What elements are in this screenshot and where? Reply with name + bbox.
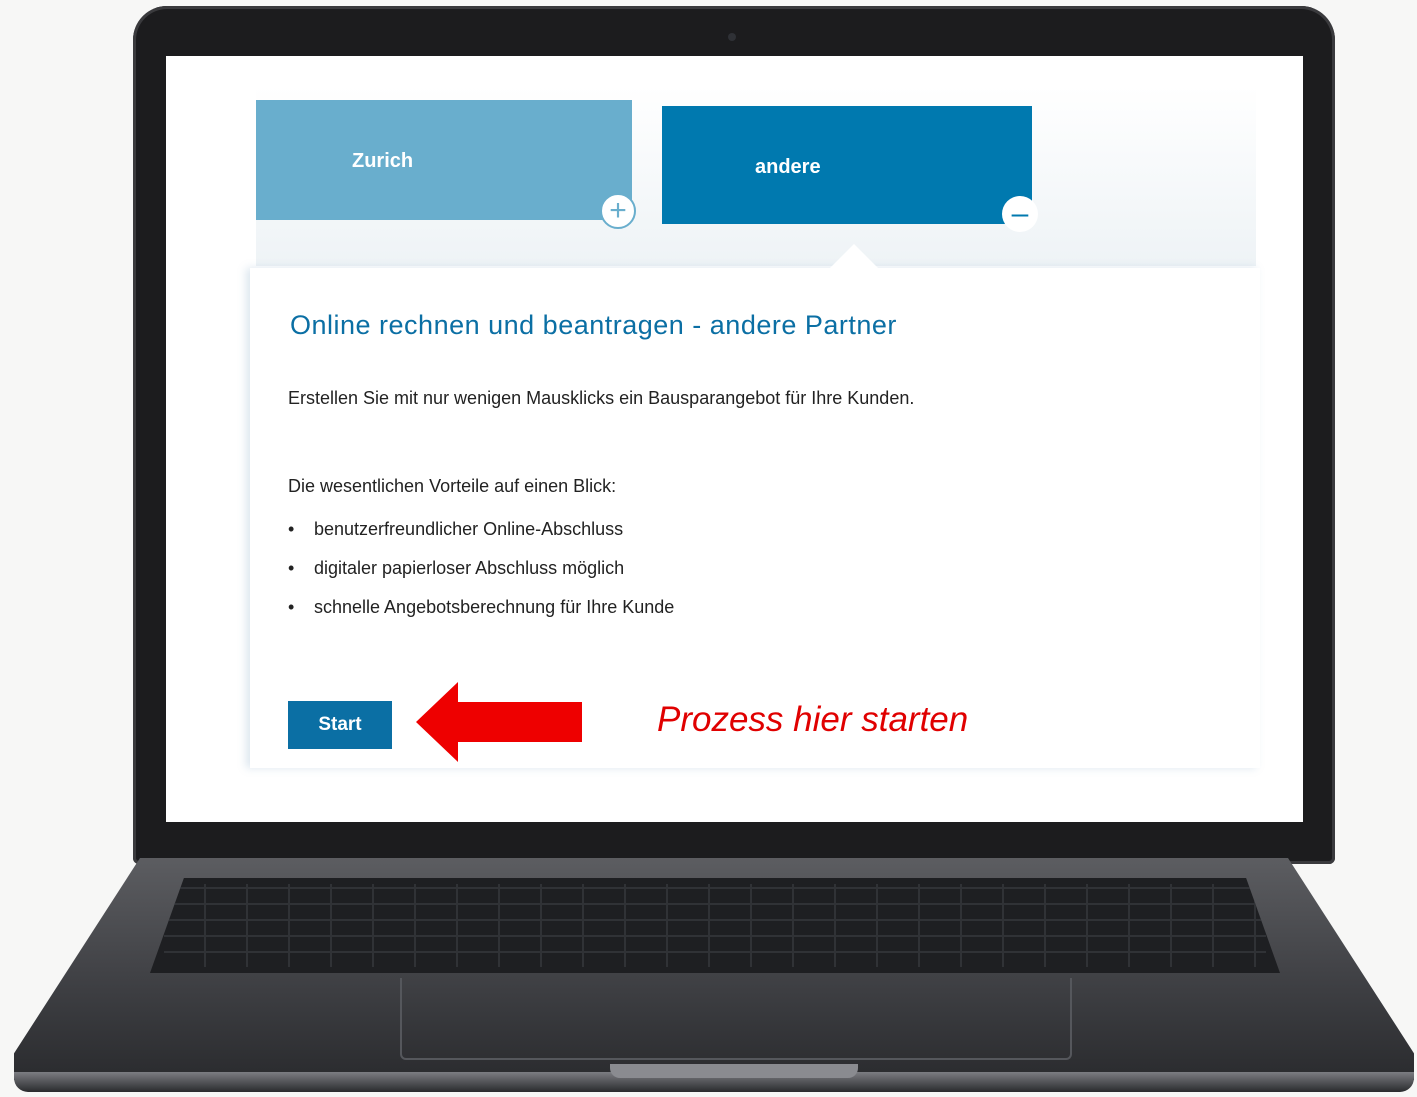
plus-icon[interactable]: + <box>600 193 636 229</box>
benefit-text: benutzerfreundlicher Online-Abschluss <box>314 519 624 539</box>
benefit-text: schnelle Angebotsberechnung für Ihre Kun… <box>314 597 675 617</box>
benefit-text: digitaler papierloser Abschluss möglich <box>314 558 625 578</box>
laptop-notch <box>610 1064 858 1078</box>
benefit-item: • schnelle Angebotsberechnung für Ihre Ku… <box>288 597 674 618</box>
keyboard <box>150 878 1280 973</box>
keyboard-keys <box>164 884 1266 967</box>
tab-andere[interactable]: andere <box>662 106 1032 224</box>
tab-zurich-label: Zurich <box>352 150 414 172</box>
benefit-item: • digitaler papierloser Abschluss möglich <box>288 558 624 579</box>
tab-andere-label: andere <box>755 156 821 178</box>
camera-icon <box>728 33 736 41</box>
bullet-icon: • <box>288 558 295 578</box>
intro-text: Erstellen Sie mit nur wenigen Mausklicks… <box>288 388 915 408</box>
bullet-icon: • <box>288 519 295 539</box>
start-button[interactable]: Start <box>288 701 392 749</box>
benefit-item: • benutzerfreundlicher Online-Abschluss <box>288 519 623 540</box>
active-tab-pointer <box>830 244 878 268</box>
arrow-left-icon <box>416 682 582 762</box>
trackpad <box>400 978 1072 1060</box>
minus-icon[interactable]: – <box>1002 196 1038 232</box>
callout-text: Prozess hier starten <box>657 700 969 739</box>
tab-zurich[interactable]: Zurich <box>256 100 632 220</box>
content-panel <box>250 268 1260 768</box>
panel-title: Online rechnen und beantragen - andere P… <box>290 310 897 340</box>
bullet-icon: • <box>288 597 295 617</box>
benefits-heading: Die wesentlichen Vorteile auf einen Blic… <box>288 476 617 496</box>
